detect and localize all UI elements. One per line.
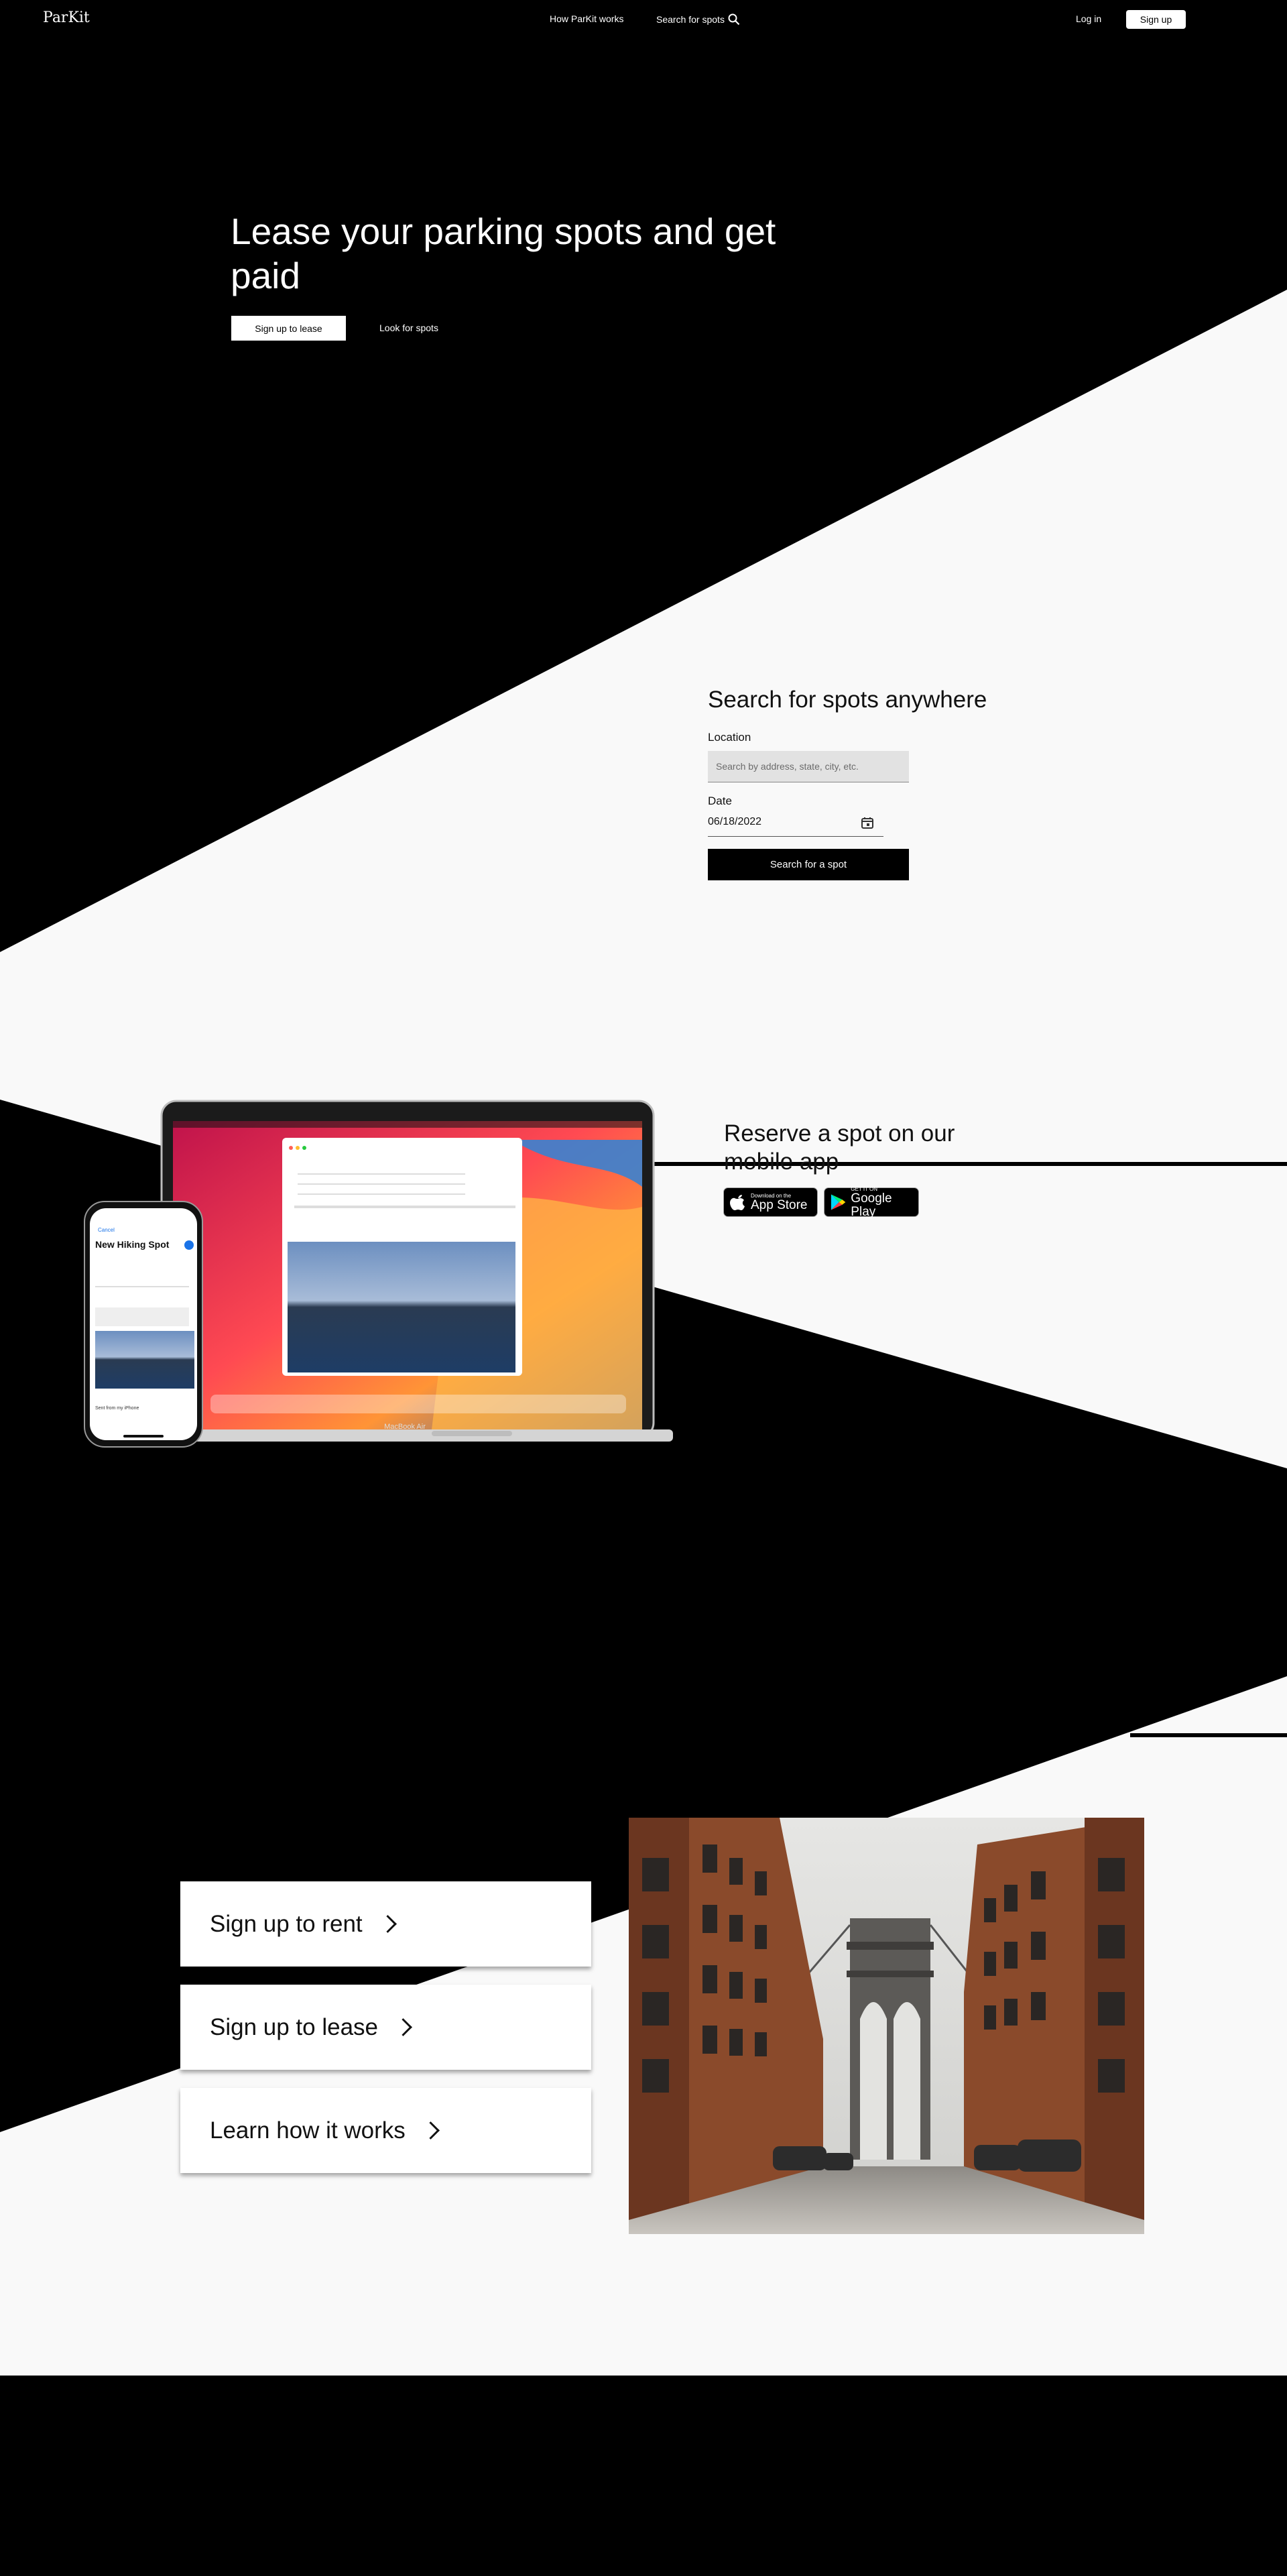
search-section-title: Search for spots anywhere (708, 687, 987, 713)
cta-card-label: Learn how it works (210, 2117, 406, 2144)
footer (0, 2376, 1287, 2576)
google-play-big: Google Play (851, 1191, 892, 1219)
svg-text:Sent from my iPhone: Sent from my iPhone (95, 1406, 139, 1411)
look-for-spots-link[interactable]: Look for spots (379, 323, 438, 333)
google-play-badge[interactable]: GET IT ON Google Play (824, 1186, 919, 1219)
search-icon (728, 13, 740, 25)
mobile-app-title: Reserve a spot on our mobile app (724, 1120, 955, 1175)
calendar-icon[interactable] (861, 816, 874, 829)
nav-search-label: Search for spots (656, 14, 725, 25)
chevron-right-icon (394, 2018, 412, 2036)
date-value: 06/18/2022 (708, 816, 762, 827)
svg-text:MacBook Air: MacBook Air (384, 1423, 426, 1431)
sign-up-to-rent-card[interactable]: Sign up to rent (180, 1881, 591, 1967)
laptop-dock (210, 1395, 626, 1413)
devices-illustration: MacBook Air Cancel New Hiking Spot Sent … (84, 1100, 673, 1448)
nav-search-for-spots[interactable]: Search for spots (656, 13, 740, 25)
street-bridge-photo (629, 1818, 1144, 2234)
logo[interactable]: ParKit (43, 9, 90, 26)
svg-text:Cancel: Cancel (98, 1227, 115, 1233)
location-label: Location (708, 731, 751, 744)
laptop-base (143, 1429, 673, 1442)
app-store-big: App Store (751, 1197, 808, 1212)
chevron-right-icon (421, 2121, 440, 2140)
apple-icon (730, 1195, 745, 1210)
login-link[interactable]: Log in (1076, 13, 1101, 24)
date-input[interactable]: 06/18/2022 (708, 813, 883, 837)
google-play-icon (831, 1194, 846, 1210)
cta-card-label: Sign up to lease (210, 2013, 379, 2040)
nav-how-it-works[interactable]: How ParKit works (550, 13, 623, 24)
sign-up-to-lease-button[interactable]: Sign up to lease (231, 316, 346, 341)
search-spot-button[interactable]: Search for a spot (708, 849, 909, 880)
sign-up-to-lease-card[interactable]: Sign up to lease (180, 1985, 591, 2070)
learn-how-it-works-card[interactable]: Learn how it works (180, 2088, 591, 2173)
svg-text:New Hiking Spot: New Hiking Spot (95, 1239, 170, 1250)
signup-button[interactable]: Sign up (1126, 10, 1186, 29)
cta-card-label: Sign up to rent (210, 1910, 363, 1937)
app-store-badge[interactable]: Download on the App Store (723, 1187, 818, 1217)
hero-title: Lease your parking spots and get paid (231, 211, 776, 296)
location-input[interactable] (708, 751, 909, 782)
date-label: Date (708, 795, 732, 807)
chevron-right-icon (378, 1915, 397, 1933)
